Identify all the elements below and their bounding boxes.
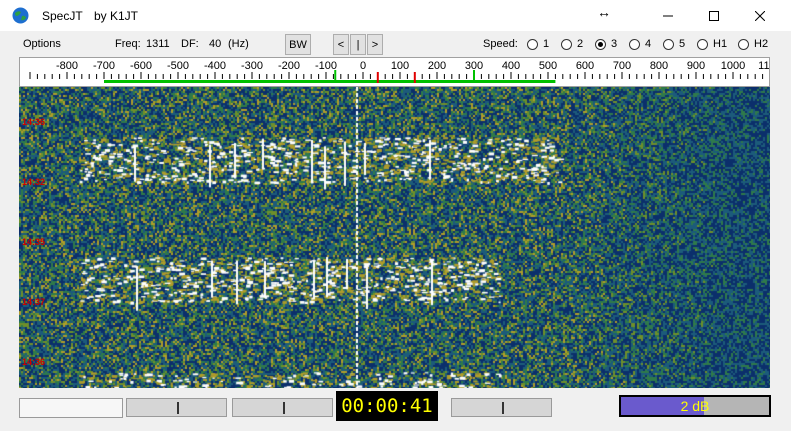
scale-tick-label: 1100 xyxy=(758,60,769,72)
nav-center-button[interactable]: | xyxy=(350,34,366,55)
speed-radio-label: 2 xyxy=(577,38,584,50)
close-icon xyxy=(755,10,765,21)
scale-tick-label: 1000 xyxy=(721,60,745,72)
speed-radio-label: 3 xyxy=(611,38,618,50)
minimize-button[interactable] xyxy=(645,0,691,31)
scale-tick-label: 600 xyxy=(576,60,594,72)
frequency-scale[interactable]: -800 -700 -600 -500 -400 -300 -200 -100 0 100 200 3… xyxy=(19,57,770,87)
df-value: 40 xyxy=(209,38,222,50)
scale-tick-label: -800 xyxy=(56,60,78,72)
toolbar: Options Freq: 1311 DF: 40 (Hz) BW < | > … xyxy=(0,31,791,57)
gain-label: 2 dB xyxy=(680,398,710,414)
speed-radio-1[interactable] xyxy=(527,39,538,50)
waterfall-time-label: 14:35 xyxy=(22,237,45,247)
contrast-slider[interactable] xyxy=(232,398,333,417)
slider-thumb[interactable] xyxy=(177,402,179,414)
scale-tick-label: -500 xyxy=(167,60,189,72)
scale-tick-label: 700 xyxy=(613,60,631,72)
df-label: DF: xyxy=(181,38,199,50)
scale-tick-label: 0 xyxy=(360,60,366,72)
zero-slider[interactable] xyxy=(451,398,552,417)
scale-tick-label: 800 xyxy=(650,60,668,72)
nav-left-button[interactable]: < xyxy=(333,34,349,55)
speed-radio-h1[interactable] xyxy=(697,39,708,50)
scale-tick-label: 200 xyxy=(428,60,446,72)
green-marker xyxy=(334,70,337,83)
brightness-slider[interactable] xyxy=(126,398,227,417)
speed-label: Speed: xyxy=(483,38,518,50)
speed-radio-5[interactable] xyxy=(663,39,674,50)
maximize-button[interactable] xyxy=(691,0,737,31)
speed-radio-h2[interactable] xyxy=(738,39,749,50)
waterfall-time-label: 14:37 xyxy=(22,297,45,307)
waterfall-time-label: 14:36 xyxy=(22,117,45,127)
scale-tick-label: -300 xyxy=(241,60,263,72)
speed-radio-3[interactable] xyxy=(595,39,606,50)
speed-radio-label: 5 xyxy=(679,38,686,50)
resize-arrows-icon: ↔ xyxy=(597,4,611,20)
speed-radio-2[interactable] xyxy=(561,39,572,50)
clock-display: 00:00:41 xyxy=(336,391,438,421)
frequency-scale-svg: -800 -700 -600 -500 -400 -300 -200 -100 0 100 200 3… xyxy=(29,60,769,83)
gain-meter: 2 dB xyxy=(619,395,771,417)
window-title: SpecJT xyxy=(42,9,83,23)
window-author: by K1JT xyxy=(94,9,139,23)
waterfall-time-label: 14:36 xyxy=(22,357,45,367)
freq-label: Freq: xyxy=(115,38,141,50)
scale-tick-label: -400 xyxy=(204,60,226,72)
speed-radio-label: H2 xyxy=(754,38,769,50)
title-bar[interactable]: SpecJT by K1JT ↔ xyxy=(0,0,791,31)
maximize-icon xyxy=(709,10,719,21)
scale-tick-label: -100 xyxy=(315,60,337,72)
scale-tick-label: -600 xyxy=(130,60,152,72)
scale-tick-label: 900 xyxy=(687,60,705,72)
bandwidth-bar xyxy=(104,80,556,83)
df-unit: (Hz) xyxy=(228,38,249,50)
waterfall-overlay: 14:36 14:32 14:35 14:37 14:36 xyxy=(22,117,45,367)
freq-value: 1311 xyxy=(146,38,170,50)
red-marker xyxy=(376,72,379,83)
scale-tick-label: -200 xyxy=(278,60,300,72)
nav-right-button[interactable]: > xyxy=(367,34,383,55)
scale-tick-label: -700 xyxy=(93,60,115,72)
status-field xyxy=(19,398,123,418)
speed-radio-label: 4 xyxy=(645,38,652,50)
options-menu[interactable]: Options xyxy=(23,38,61,50)
slider-thumb[interactable] xyxy=(283,402,285,414)
scale-tick-label: 100 xyxy=(391,60,409,72)
scale-tick-label: 500 xyxy=(539,60,557,72)
status-bar: 00:00:41 2 dB xyxy=(0,390,791,431)
bw-button[interactable]: BW xyxy=(285,34,311,55)
scale-tick-label: 400 xyxy=(502,60,520,72)
minimize-icon xyxy=(663,15,673,16)
speed-radio-label: 1 xyxy=(543,38,550,50)
waterfall-display[interactable]: 14:36 14:32 14:35 14:37 14:36 xyxy=(19,87,770,388)
slider-thumb[interactable] xyxy=(502,402,504,414)
green-marker xyxy=(473,70,475,83)
red-marker xyxy=(413,72,416,83)
close-button[interactable] xyxy=(737,0,783,31)
globe-icon xyxy=(12,7,29,24)
speed-radio-label: H1 xyxy=(713,38,728,50)
waterfall-time-label: 14:32 xyxy=(22,177,45,187)
speed-radio-4[interactable] xyxy=(629,39,640,50)
